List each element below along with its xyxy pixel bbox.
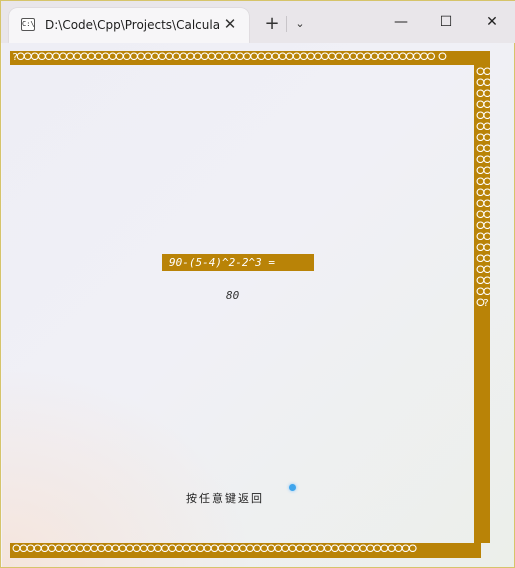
tab-title: D:\Code\Cpp\Projects\Calcula — [45, 18, 219, 32]
divider — [286, 16, 287, 32]
terminal-icon: C:\ — [21, 18, 35, 31]
border-pattern: ⵔⵔⵔⵔⵔⵔⵔⵔⵔⵔⵔⵔⵔⵔⵔⵔⵔⵔⵔⵔⵔⵔⵔⵔⵔⵔⵔⵔⵔⵔⵔⵔⵔⵔⵔⵔⵔⵔⵔⵔ… — [12, 544, 417, 555]
border-pattern: ?ⵔⵔⵔⵔⵔⵔⵔⵔⵔⵔⵔⵔⵔⵔⵔⵔⵔⵔⵔⵔⵔⵔⵔⵔⵔⵔⵔⵔⵔⵔⵔⵔⵔⵔⵔⵔⵔⵔⵔ… — [12, 52, 447, 63]
new-tab-button[interactable]: + — [261, 13, 283, 35]
minimize-button[interactable]: — — [378, 7, 424, 37]
console-border-bottom: ⵔⵔⵔⵔⵔⵔⵔⵔⵔⵔⵔⵔⵔⵔⵔⵔⵔⵔⵔⵔⵔⵔⵔⵔⵔⵔⵔⵔⵔⵔⵔⵔⵔⵔⵔⵔⵔⵔⵔⵔ… — [10, 543, 481, 558]
close-tab-icon[interactable]: ✕ — [221, 15, 239, 33]
title-bar: C:\ D:\Code\Cpp\Projects\Calcula ✕ + ⌄ —… — [1, 1, 515, 43]
terminal-window: C:\ D:\Code\Cpp\Projects\Calcula ✕ + ⌄ —… — [0, 0, 515, 568]
tab-active[interactable]: C:\ D:\Code\Cpp\Projects\Calcula ✕ — [9, 8, 249, 43]
console-border-top: ?ⵔⵔⵔⵔⵔⵔⵔⵔⵔⵔⵔⵔⵔⵔⵔⵔⵔⵔⵔⵔⵔⵔⵔⵔⵔⵔⵔⵔⵔⵔⵔⵔⵔⵔⵔⵔⵔⵔⵔ… — [10, 51, 490, 65]
console-border-right: ⵔⵔⵔⵔⵔⵔⵔⵔⵔⵔⵔⵔⵔⵔⵔⵔⵔⵔⵔⵔⵔⵔⵔⵔⵔⵔⵔⵔⵔⵔⵔⵔⵔⵔⵔⵔⵔⵔⵔⵔ… — [474, 65, 490, 543]
expression-display: 90-(5-4)^2-2^3 = — [162, 254, 314, 271]
maximize-button[interactable]: ☐ — [423, 7, 469, 37]
result-display: 80 — [226, 289, 240, 302]
chevron-down-icon[interactable]: ⌄ — [289, 13, 311, 35]
mouse-cursor-icon — [289, 484, 296, 491]
return-hint: 按任意键返回 — [186, 492, 264, 505]
border-pattern: ⵔⵔⵔⵔⵔⵔⵔⵔⵔⵔⵔⵔⵔⵔⵔⵔⵔⵔⵔⵔⵔⵔⵔⵔⵔⵔⵔⵔⵔⵔⵔⵔⵔⵔⵔⵔⵔⵔⵔⵔ… — [476, 67, 490, 309]
console-area[interactable] — [2, 43, 514, 567]
background-glow — [2, 367, 252, 567]
close-window-button[interactable]: ✕ — [469, 7, 515, 37]
